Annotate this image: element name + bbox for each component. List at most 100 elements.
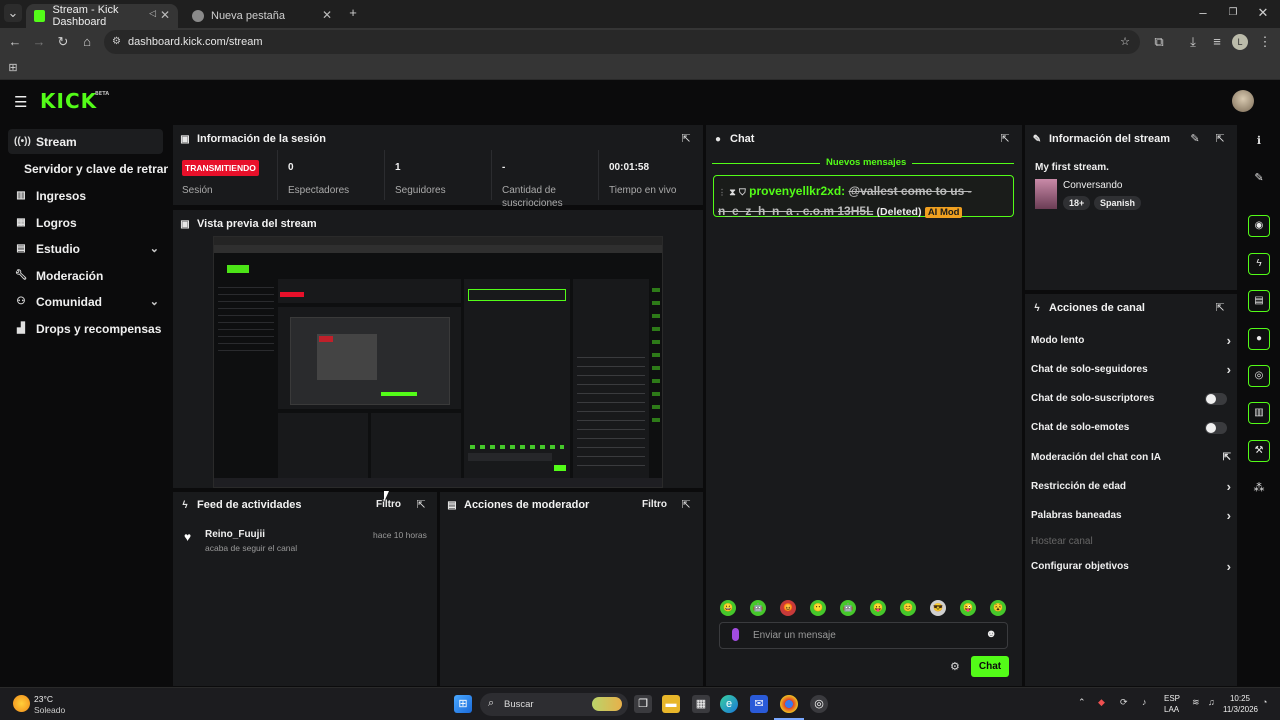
emote-1-icon[interactable]: 😀 bbox=[720, 600, 736, 616]
action-slow-mode[interactable]: Modo lento › bbox=[1031, 332, 1231, 350]
clock-time[interactable]: 10:25 bbox=[1224, 694, 1250, 703]
chat-bubble-icon[interactable]: ● bbox=[1248, 328, 1270, 350]
apps-grid-icon[interactable]: ⊞ bbox=[4, 59, 22, 77]
expand-icon[interactable]: ⇱ bbox=[1213, 132, 1227, 146]
tab-search-icon[interactable]: ⌄ bbox=[4, 4, 22, 22]
action-followers-only[interactable]: Chat de solo-seguidores › bbox=[1031, 361, 1231, 379]
chat-settings-gear-icon[interactable]: ⚙ bbox=[950, 660, 960, 673]
mod-filter-button[interactable]: Filtro bbox=[642, 499, 667, 510]
action-configure-goals[interactable]: Configurar objetivos › bbox=[1031, 558, 1231, 576]
language-top[interactable]: ESP bbox=[1164, 694, 1180, 703]
downloads-icon[interactable]: ⤓ bbox=[1184, 33, 1202, 51]
sun-weather-icon[interactable] bbox=[13, 695, 30, 712]
obs-icon[interactable]: ◎ bbox=[810, 695, 828, 713]
taskbar-search[interactable]: ⌕ Buscar bbox=[480, 693, 628, 716]
emote-7-icon[interactable]: 😊 bbox=[900, 600, 916, 616]
sidebar-item-ingresos[interactable]: ▥ Ingresos bbox=[8, 183, 163, 208]
sidebar-item-drops[interactable]: ▟ Drops y recompensas bbox=[8, 316, 163, 341]
action-ai-moderation[interactable]: Moderación del chat con IA ⇱ bbox=[1031, 449, 1231, 467]
share-icon[interactable]: ⁂ bbox=[1250, 479, 1268, 497]
hamburger-menu-icon[interactable]: ☰ bbox=[14, 93, 27, 111]
edge-icon[interactable]: e bbox=[720, 695, 738, 713]
site-info-icon[interactable]: ⚙ bbox=[112, 30, 121, 54]
action-banned-words[interactable]: Palabras baneadas › bbox=[1031, 507, 1231, 525]
media-icon[interactable]: ≡ bbox=[1208, 33, 1226, 51]
chrome-icon[interactable] bbox=[780, 695, 798, 713]
expand-icon[interactable]: ⇱ bbox=[679, 132, 693, 146]
emote-2-icon[interactable]: 🤖 bbox=[750, 600, 766, 616]
menu-dots-icon[interactable]: ⋮ bbox=[1256, 33, 1274, 51]
emote-9-icon[interactable]: 😜 bbox=[960, 600, 976, 616]
audio-icon[interactable]: ◁ bbox=[149, 8, 156, 19]
microphone-icon[interactable] bbox=[732, 628, 739, 641]
layout-icon[interactable]: ▥ bbox=[1248, 402, 1270, 424]
broadcast-icon[interactable]: ◎ bbox=[1248, 365, 1270, 387]
category-name[interactable]: Conversando bbox=[1063, 180, 1122, 191]
volume-icon[interactable]: ♫ bbox=[1208, 697, 1215, 707]
emote-3-icon[interactable]: 😡 bbox=[780, 600, 796, 616]
tab-new-tab[interactable]: Nueva pestaña ✕ bbox=[184, 4, 340, 28]
action-age-restriction[interactable]: Restricción de edad › bbox=[1031, 478, 1231, 496]
kick-logo[interactable]: KICK BETA bbox=[40, 89, 109, 113]
home-icon[interactable]: ⌂ bbox=[78, 33, 96, 51]
edit-pencil-icon[interactable]: ✎ bbox=[1188, 132, 1202, 146]
subs-only-toggle[interactable] bbox=[1205, 393, 1227, 405]
sidebar-item-comunidad[interactable]: ⚇ Comunidad ⌄ bbox=[8, 289, 163, 314]
file-explorer-icon[interactable]: ▬ bbox=[662, 695, 680, 713]
reload-icon[interactable]: ↻ bbox=[54, 33, 72, 51]
close-window-icon[interactable]: ✕ bbox=[1254, 4, 1272, 22]
stream-preview-video[interactable] bbox=[213, 236, 663, 488]
emote-8-icon[interactable]: 😎 bbox=[930, 600, 946, 616]
sidebar-item-stream[interactable]: ((•)) Stream bbox=[8, 129, 163, 154]
chat-username[interactable]: provenyellkr2xd: bbox=[749, 184, 845, 198]
sidebar-item-logros[interactable]: ▦ Logros bbox=[8, 210, 163, 235]
sidebar-item-estudio[interactable]: ▤ Estudio ⌄ bbox=[8, 236, 163, 261]
close-tab-icon[interactable]: ✕ bbox=[160, 8, 170, 22]
info-icon[interactable]: ℹ bbox=[1250, 132, 1268, 150]
emote-5-icon[interactable]: 🤖 bbox=[840, 600, 856, 616]
new-messages-divider[interactable]: Nuevos mensajes bbox=[712, 157, 1014, 168]
action-emotes-only[interactable]: Chat de solo-emotes bbox=[1031, 419, 1231, 437]
chat-input[interactable]: Enviar un mensaje ☻ bbox=[719, 622, 1008, 649]
emote-10-icon[interactable]: 😵 bbox=[990, 600, 1006, 616]
tray-mic-icon[interactable]: ♪ bbox=[1142, 697, 1147, 707]
profile-avatar[interactable]: L bbox=[1232, 34, 1248, 50]
expand-icon[interactable]: ⇱ bbox=[1213, 301, 1227, 315]
activity-user[interactable]: Reino_Fuujii bbox=[205, 529, 265, 540]
expand-icon[interactable]: ⇱ bbox=[414, 498, 428, 512]
sidebar-item-moderacion[interactable]: 🔧︎ Moderación bbox=[8, 263, 163, 288]
tray-chevron-up-icon[interactable]: ⌃ bbox=[1078, 697, 1086, 708]
mail-icon[interactable]: ✉ bbox=[750, 695, 768, 713]
new-tab-icon[interactable]: + bbox=[344, 4, 362, 22]
emote-4-icon[interactable]: 😶 bbox=[810, 600, 826, 616]
task-view-icon[interactable]: ❐ bbox=[634, 695, 652, 713]
tab-kick-dashboard[interactable]: Stream - Kick Dashboard ◁ ✕ bbox=[26, 4, 178, 28]
category-thumbnail[interactable] bbox=[1035, 179, 1057, 209]
wifi-icon[interactable]: ≋ bbox=[1192, 697, 1200, 708]
expand-icon[interactable]: ⇱ bbox=[679, 498, 693, 512]
emoji-icon[interactable]: ☻ bbox=[985, 628, 997, 640]
restore-icon[interactable]: ❐ bbox=[1224, 4, 1242, 22]
emote-6-icon[interactable]: 😛 bbox=[870, 600, 886, 616]
bookmark-star-icon[interactable]: ☆ bbox=[1120, 30, 1130, 54]
sidebar-item-server-key[interactable]: Servidor y clave de retransmisión bbox=[18, 156, 168, 181]
windows-start-icon[interactable]: ⊞ bbox=[454, 695, 472, 713]
clipboard-icon[interactable]: ▤ bbox=[1248, 290, 1270, 312]
tray-app-icon[interactable]: ◆ bbox=[1098, 697, 1105, 708]
bolt-icon[interactable]: ϟ bbox=[1248, 253, 1270, 275]
drag-handle-icon[interactable]: ⋮ bbox=[718, 188, 726, 197]
action-subscribers-only[interactable]: Chat de solo-suscriptores bbox=[1031, 390, 1231, 408]
tray-sync-icon[interactable]: ⟳ bbox=[1120, 697, 1128, 708]
camera-icon[interactable]: ◉ bbox=[1248, 215, 1270, 237]
notification-bell-icon[interactable]: ◔ bbox=[1262, 697, 1267, 707]
minimize-icon[interactable]: – bbox=[1194, 4, 1212, 22]
close-tab-icon[interactable]: ✕ bbox=[322, 8, 332, 22]
emotes-only-toggle[interactable] bbox=[1205, 422, 1227, 434]
store-icon[interactable]: ▦ bbox=[692, 695, 710, 713]
expand-icon[interactable]: ⇱ bbox=[998, 132, 1012, 146]
pencil-icon[interactable]: ✎ bbox=[1250, 169, 1268, 187]
extensions-icon[interactable]: ⧉ bbox=[1150, 33, 1168, 51]
url-field[interactable]: ⚙ dashboard.kick.com/stream ☆ bbox=[104, 30, 1140, 54]
chat-send-button[interactable]: Chat bbox=[971, 656, 1009, 677]
user-avatar[interactable] bbox=[1232, 90, 1254, 112]
